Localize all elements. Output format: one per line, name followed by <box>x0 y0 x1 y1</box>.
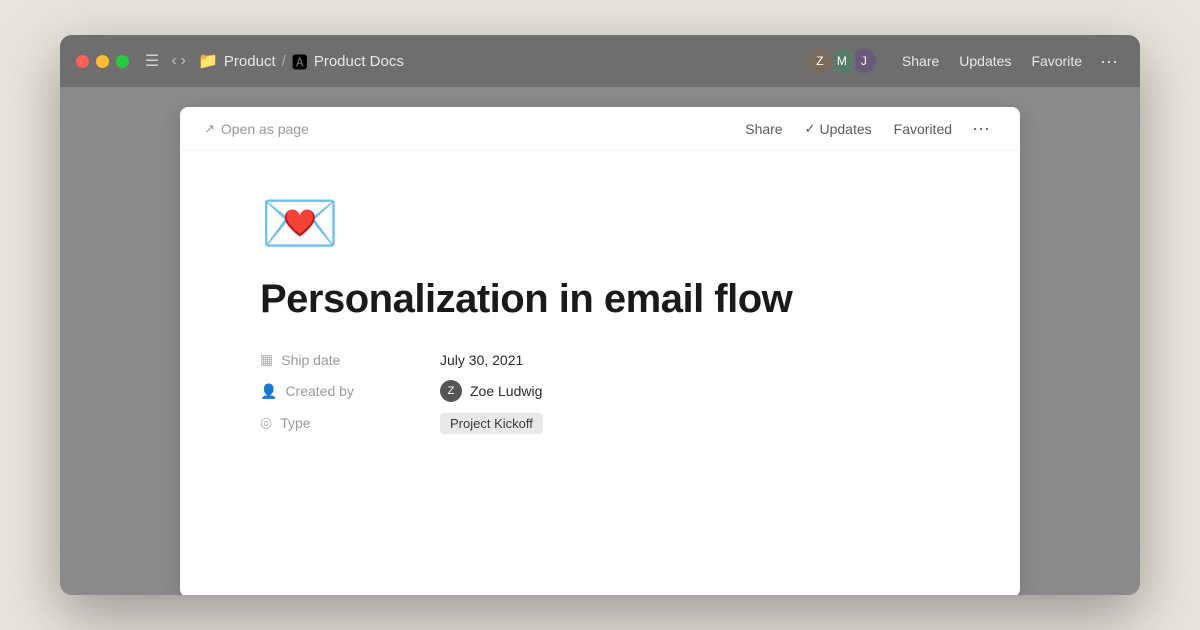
type-badge[interactable]: Project Kickoff <box>440 413 543 434</box>
page-card: ↗ Open as page Share ✓ Updates Favorited… <box>180 107 1020 595</box>
type-label: ◎ Type <box>260 414 440 431</box>
forward-arrow-icon[interactable]: › <box>181 52 186 70</box>
child-page-icon: 🅰 <box>292 49 308 73</box>
type-icon: ◎ <box>260 414 272 431</box>
page-toolbar-actions: Share ✓ Updates Favorited ··· <box>737 116 996 141</box>
properties-section: ▦ Ship date July 30, 2021 👤 Created by Z <box>260 351 940 431</box>
created-by-value: Z Zoe Ludwig <box>440 380 542 402</box>
page-updates-button[interactable]: ✓ Updates <box>797 117 880 141</box>
page-emoji: 💌 <box>260 191 940 255</box>
open-as-page-button[interactable]: ↗ Open as page <box>204 121 309 137</box>
hamburger-icon[interactable]: ☰ <box>145 51 159 71</box>
updates-button[interactable]: Updates <box>951 49 1019 73</box>
page-content: 💌 Personalization in email flow ▦ Ship d… <box>180 151 1020 471</box>
back-arrow-icon[interactable]: ‹ <box>171 52 176 70</box>
breadcrumb-separator: / <box>282 53 286 70</box>
page-favorited-button[interactable]: Favorited <box>886 117 960 141</box>
creator-avatar: Z <box>440 380 462 402</box>
parent-folder-icon: 📁 <box>198 51 218 71</box>
created-by-row: 👤 Created by Z Zoe Ludwig <box>260 380 940 402</box>
page-updates-label: Updates <box>820 121 872 137</box>
child-breadcrumb-label[interactable]: Product Docs <box>314 53 404 70</box>
titlebar-actions: Z M J Share Updates Favorite ··· <box>806 47 1124 75</box>
collaborator-avatars: Z M J <box>806 47 878 75</box>
open-as-page-icon: ↗ <box>204 121 215 137</box>
page-more-icon[interactable]: ··· <box>966 116 996 141</box>
checkmark-icon: ✓ <box>805 121 816 137</box>
app-window: ☰ ‹ › 📁 Product / 🅰 Product Docs Z M J S… <box>60 35 1140 595</box>
page-share-button[interactable]: Share <box>737 117 790 141</box>
page-toolbar: ↗ Open as page Share ✓ Updates Favorited… <box>180 107 1020 151</box>
titlebar: ☰ ‹ › 📁 Product / 🅰 Product Docs Z M J S… <box>60 35 1140 87</box>
ship-date-row: ▦ Ship date July 30, 2021 <box>260 351 940 368</box>
more-options-icon[interactable]: ··· <box>1094 49 1124 74</box>
breadcrumb: 📁 Product / 🅰 Product Docs <box>198 49 798 73</box>
creator-name: Zoe Ludwig <box>470 383 542 399</box>
share-button[interactable]: Share <box>894 49 947 73</box>
traffic-lights <box>76 55 129 68</box>
parent-breadcrumb-label[interactable]: Product <box>224 53 276 70</box>
favorite-button[interactable]: Favorite <box>1023 49 1090 73</box>
nav-arrows: ‹ › <box>171 52 186 70</box>
page-title: Personalization in email flow <box>260 275 940 323</box>
calendar-icon: ▦ <box>260 351 273 368</box>
type-value: Project Kickoff <box>440 415 543 431</box>
created-by-label: 👤 Created by <box>260 383 440 400</box>
person-icon: 👤 <box>260 383 277 400</box>
type-row: ◎ Type Project Kickoff <box>260 414 940 431</box>
ship-date-label: ▦ Ship date <box>260 351 440 368</box>
minimize-button[interactable] <box>96 55 109 68</box>
avatar-1: Z <box>806 47 834 75</box>
fullscreen-button[interactable] <box>116 55 129 68</box>
content-area: ↗ Open as page Share ✓ Updates Favorited… <box>60 87 1140 595</box>
ship-date-value[interactable]: July 30, 2021 <box>440 352 523 368</box>
close-button[interactable] <box>76 55 89 68</box>
open-as-page-label: Open as page <box>221 121 309 137</box>
